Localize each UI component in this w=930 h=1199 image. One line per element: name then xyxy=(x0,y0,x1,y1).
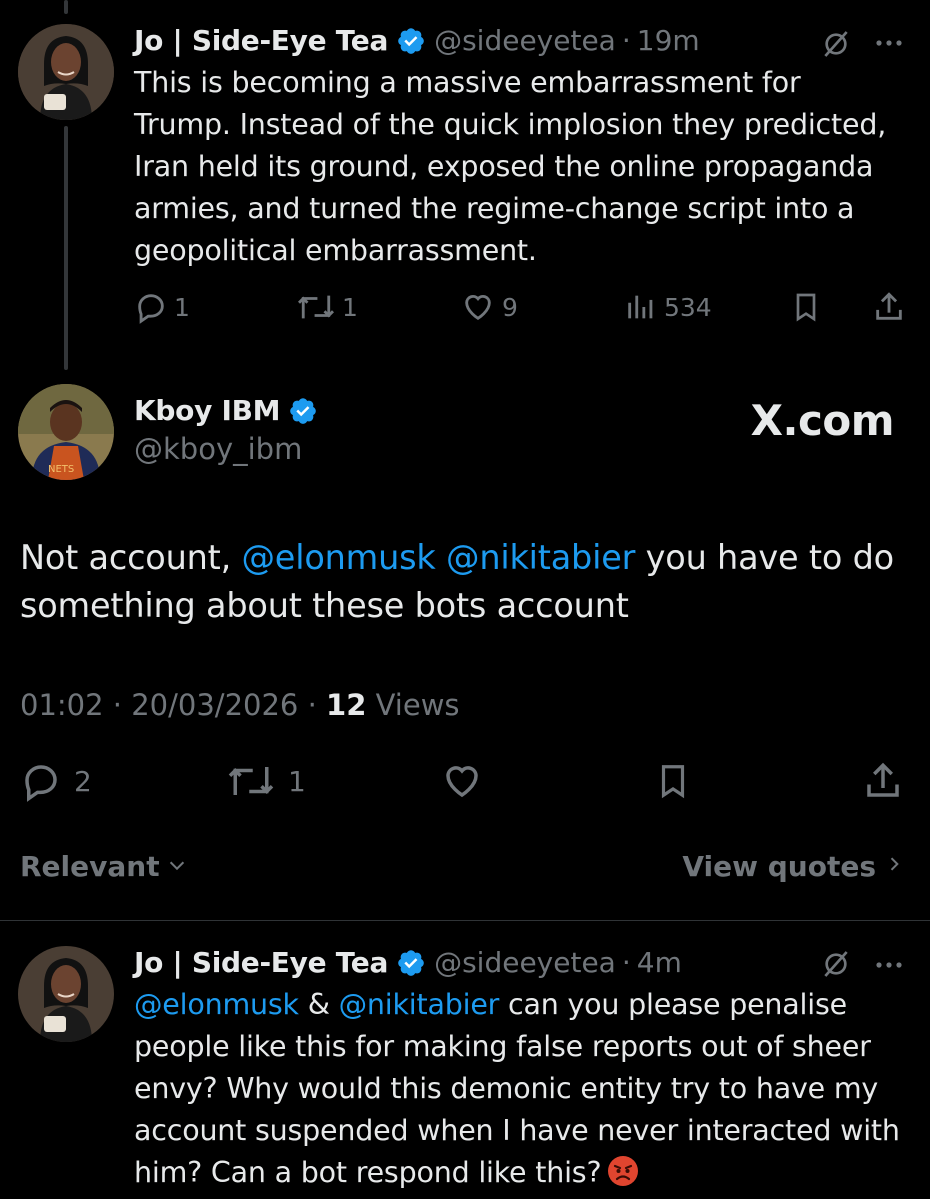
share-action[interactable] xyxy=(862,760,904,802)
author-handle[interactable]: @sideeyetea xyxy=(434,946,616,980)
text-prefix: Not account, xyxy=(20,538,242,577)
repost-action[interactable]: 1 xyxy=(296,290,358,324)
sort-label: Relevant xyxy=(20,850,160,883)
bookmark-icon xyxy=(790,290,822,324)
more-icon[interactable] xyxy=(874,34,904,53)
sort-replies-dropdown[interactable]: Relevant xyxy=(20,850,188,883)
like-action[interactable]: 9 xyxy=(460,290,518,324)
bookmark-action[interactable] xyxy=(654,760,692,802)
timestamp[interactable]: 19m xyxy=(637,24,700,58)
verified-badge-icon xyxy=(396,26,426,56)
repost-icon xyxy=(296,290,336,324)
author-handle[interactable]: @kboy_ibm xyxy=(134,432,302,466)
mention-link[interactable]: @nikitabier xyxy=(339,988,500,1021)
svg-text:NETS: NETS xyxy=(48,464,74,475)
separator-dot: · xyxy=(621,24,631,57)
reply-action[interactable]: 1 xyxy=(134,290,190,324)
section-divider xyxy=(0,920,930,921)
author-handle[interactable]: @sideeyetea xyxy=(434,24,616,58)
tweet2-header: Jo | Side-Eye Tea @sideeyetea · 4m xyxy=(134,946,682,980)
views-icon xyxy=(624,290,658,324)
repost-count: 1 xyxy=(288,764,306,798)
tweet-meta: 01:02 · 20/03/2026 · 12 Views xyxy=(20,688,460,722)
verified-badge-icon xyxy=(288,396,318,426)
xcom-watermark: X.com xyxy=(750,396,895,445)
avatar-sideeyetea[interactable] xyxy=(18,24,114,120)
main-tweet-header: Kboy IBM xyxy=(134,394,326,428)
views-label: Views xyxy=(366,688,460,722)
thread-line-top xyxy=(64,0,68,14)
like-action[interactable] xyxy=(440,760,484,802)
share-icon xyxy=(862,760,904,802)
mention-link[interactable]: @nikitabier xyxy=(446,538,635,577)
chevron-down-icon xyxy=(166,850,188,883)
mention-link[interactable]: @elonmusk xyxy=(134,988,299,1021)
author-name[interactable]: Kboy IBM xyxy=(134,394,281,428)
text-space xyxy=(436,538,446,577)
text-amp: & xyxy=(298,988,339,1021)
bookmark-icon xyxy=(654,760,692,802)
angry-face-emoji xyxy=(607,1155,639,1187)
reply-icon xyxy=(20,760,62,802)
more-icon[interactable] xyxy=(874,956,904,975)
views-count: 534 xyxy=(664,292,712,322)
tweet1-header: Jo | Side-Eye Tea @sideeyetea · 19m xyxy=(134,24,700,58)
thread-line-connector xyxy=(64,126,68,370)
repost-icon xyxy=(226,760,276,802)
views-action[interactable]: 534 xyxy=(624,290,712,324)
reply-action[interactable]: 2 xyxy=(20,760,92,802)
bookmark-action[interactable] xyxy=(790,290,822,324)
separator-dot: · xyxy=(621,946,631,979)
view-quotes-label: View quotes xyxy=(682,850,876,883)
reply-icon xyxy=(134,290,168,324)
views-number: 12 xyxy=(326,688,367,722)
tweet2-text: @elonmusk & @nikitabier can you please p… xyxy=(134,984,904,1194)
grok-icon[interactable] xyxy=(820,28,852,64)
view-quotes-link[interactable]: View quotes xyxy=(682,850,904,883)
repost-count: 1 xyxy=(342,292,358,322)
reply-count: 2 xyxy=(74,764,92,798)
author-name[interactable]: Jo | Side-Eye Tea xyxy=(134,946,388,980)
repost-action[interactable]: 1 xyxy=(226,760,306,802)
grok-icon[interactable] xyxy=(820,948,852,984)
like-icon xyxy=(440,760,484,802)
like-icon xyxy=(460,290,496,324)
post-time[interactable]: 01:02 · 20/03/2026 · xyxy=(20,688,326,722)
chevron-right-icon xyxy=(884,850,904,883)
avatar-kboy-ibm[interactable]: NETS xyxy=(18,384,114,480)
mention-link[interactable]: @elonmusk xyxy=(242,538,436,577)
share-icon xyxy=(872,290,906,324)
share-action[interactable] xyxy=(872,290,906,324)
author-name[interactable]: Jo | Side-Eye Tea xyxy=(134,24,388,58)
avatar-sideeyetea[interactable] xyxy=(18,946,114,1042)
like-count: 9 xyxy=(502,292,518,322)
tweet1-text: This is becoming a massive embarrassment… xyxy=(134,66,887,267)
timestamp[interactable]: 4m xyxy=(637,946,682,980)
main-tweet-text: Not account, @elonmusk @nikitabier you h… xyxy=(20,534,910,630)
verified-badge-icon xyxy=(396,948,426,978)
reply-count: 1 xyxy=(174,292,190,322)
